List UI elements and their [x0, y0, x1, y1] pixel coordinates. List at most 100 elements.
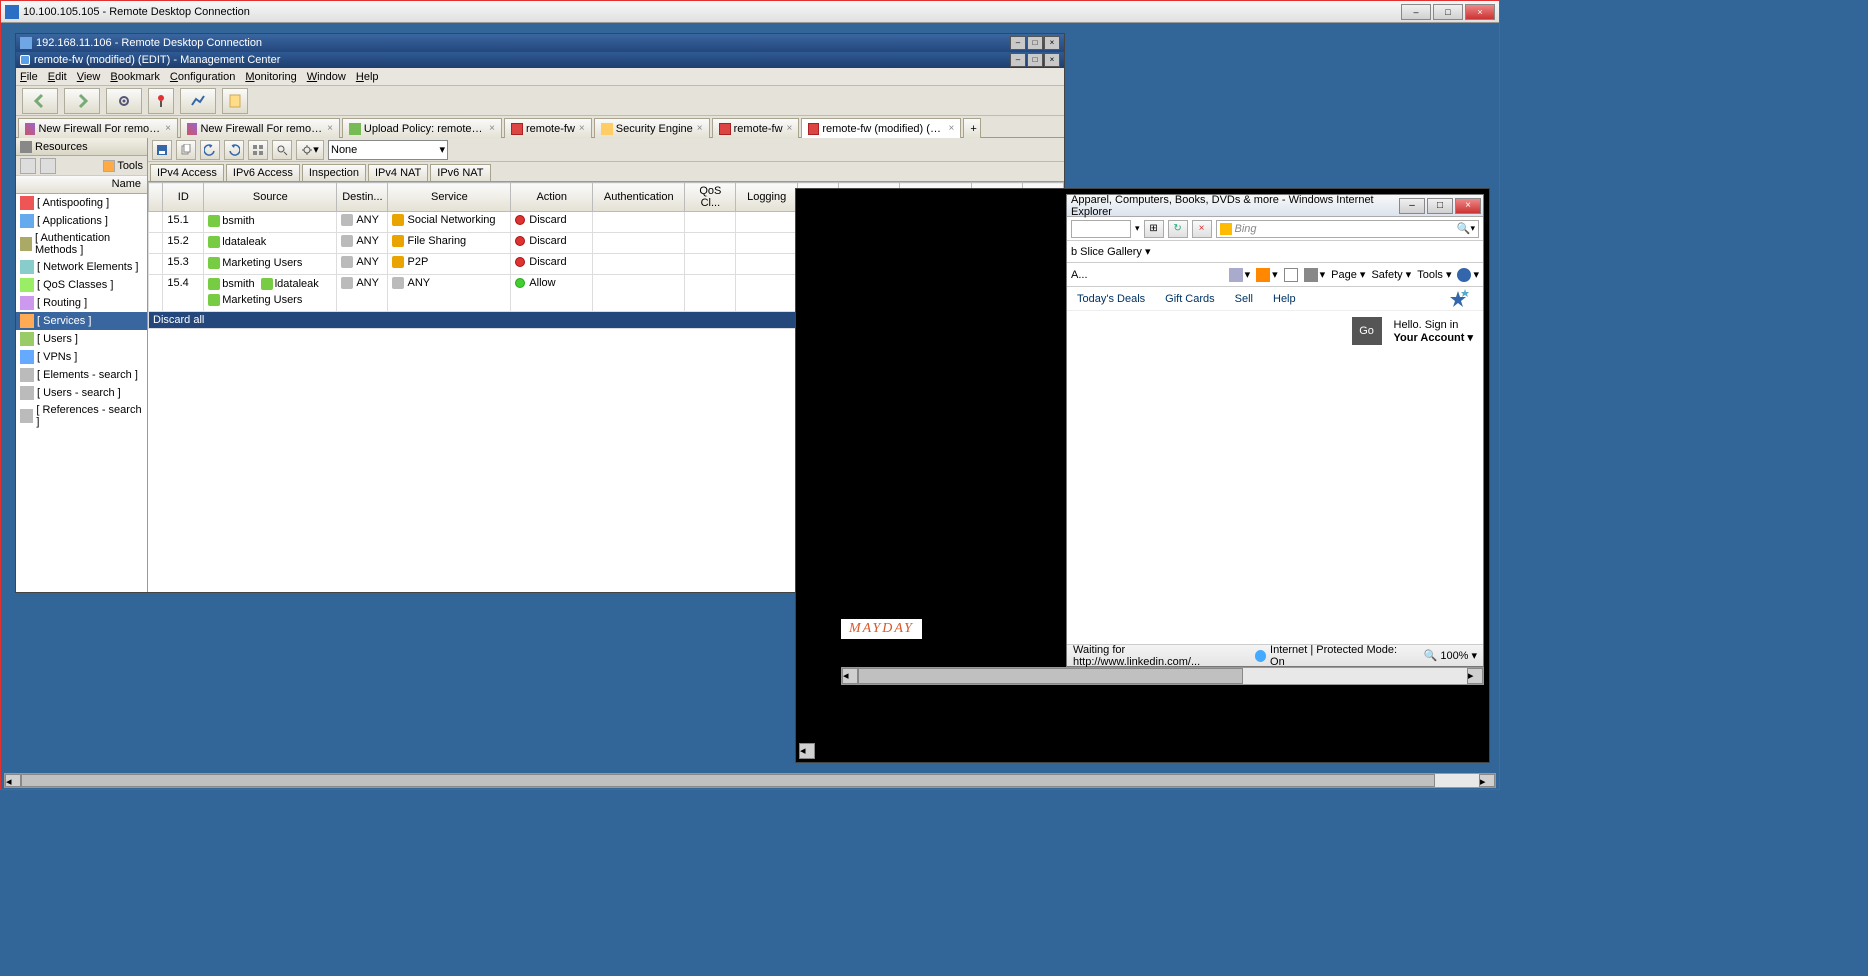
resources-item[interactable]: [ Routing ] [16, 294, 147, 312]
ie-url-field[interactable] [1071, 220, 1131, 238]
gear-dropdown-button[interactable]: ▾ [296, 140, 324, 160]
ie-help-button[interactable]: ▾ [1457, 268, 1479, 282]
resources-item[interactable]: [ QoS Classes ] [16, 276, 147, 294]
rule-tab[interactable]: IPv4 NAT [368, 164, 428, 181]
ie-stop-button[interactable]: × [1192, 220, 1212, 238]
menu-help[interactable]: Help [356, 71, 379, 83]
tab-close-icon[interactable]: × [787, 123, 793, 134]
rule-tab[interactable]: IPv6 Access [226, 164, 300, 181]
nav-forward-button[interactable] [64, 88, 100, 114]
resources-item[interactable]: [ Authentication Methods ] [16, 230, 147, 258]
ie-tools-menu[interactable]: Tools ▾ [1417, 268, 1451, 281]
ie-home-button[interactable]: ▾ [1229, 268, 1251, 282]
alert-button[interactable] [148, 88, 174, 114]
scroll-left-arrow[interactable]: ◂ [842, 668, 858, 684]
chart-button[interactable] [180, 88, 216, 114]
menu-view[interactable]: View [77, 71, 101, 83]
resources-item[interactable]: [ Applications ] [16, 212, 147, 230]
inner-restore-button[interactable]: □ [1027, 36, 1043, 50]
resources-item[interactable]: [ VPNs ] [16, 348, 147, 366]
column-header[interactable]: Service [388, 183, 511, 212]
column-header[interactable]: ID [163, 183, 204, 212]
resources-item[interactable]: [ Elements - search ] [16, 366, 147, 384]
tools-dropdown[interactable]: Tools [103, 160, 143, 172]
column-header[interactable]: Destin... [337, 183, 388, 212]
slice-gallery-link[interactable]: b Slice Gallery ▾ [1071, 245, 1151, 258]
resources-item[interactable]: [ Antispoofing ] [16, 194, 147, 212]
outer-maximize-button[interactable]: □ [1433, 4, 1463, 20]
nav-help[interactable]: Help [1273, 293, 1296, 305]
menu-edit[interactable]: Edit [48, 71, 67, 83]
tab-close-icon[interactable]: × [327, 123, 333, 134]
resources-item[interactable]: [ Network Elements ] [16, 258, 147, 276]
scroll-right-arrow[interactable]: ▸ [1467, 668, 1483, 684]
app-restore-button[interactable]: □ [1027, 53, 1043, 67]
inner-close-button[interactable]: × [1044, 36, 1060, 50]
ie-refresh-button[interactable]: ↻ [1168, 220, 1188, 238]
column-header[interactable]: QoS Cl... [685, 183, 736, 212]
document-tab[interactable]: New Firewall For remote test× [18, 118, 178, 138]
document-tab[interactable]: Upload Policy: remote-fw× [342, 118, 502, 138]
resources-item[interactable]: [ Services ] [16, 312, 147, 330]
ie-maximize-button[interactable]: □ [1427, 198, 1453, 214]
menu-monitoring[interactable]: Monitoring [245, 71, 296, 83]
column-header[interactable]: Action [511, 183, 593, 212]
nav-back-button[interactable] [22, 88, 58, 114]
menu-bookmark[interactable]: Bookmark [110, 71, 160, 83]
inner-minimize-button[interactable]: – [1010, 36, 1026, 50]
resources-item[interactable]: [ References - search ] [16, 402, 147, 430]
outer-minimize-button[interactable]: – [1401, 4, 1431, 20]
resources-up-button[interactable] [20, 158, 36, 174]
undo-button[interactable] [200, 140, 220, 160]
column-header[interactable]: Source [204, 183, 337, 212]
ie-compat-button[interactable]: ⊞ [1144, 220, 1164, 238]
rule-tab[interactable]: IPv6 NAT [430, 164, 490, 181]
column-header[interactable] [149, 183, 163, 212]
ie-close-button[interactable]: × [1455, 198, 1481, 214]
resources-item[interactable]: [ Users ] [16, 330, 147, 348]
ie-print-button[interactable]: ▾ [1304, 268, 1326, 282]
tab-close-icon[interactable]: × [579, 123, 585, 134]
save-button[interactable] [152, 140, 172, 160]
menu-window[interactable]: Window [307, 71, 346, 83]
ie-search-field[interactable]: Bing 🔍 ▾ [1216, 220, 1479, 238]
menu-configuration[interactable]: Configuration [170, 71, 235, 83]
ie-zone[interactable]: Internet | Protected Mode: On [1255, 644, 1408, 668]
rule-tab[interactable]: IPv4 Access [150, 164, 224, 181]
document-tab[interactable]: New Firewall For remote te...× [180, 118, 340, 138]
ie-feeds-button[interactable]: ▾ [1256, 268, 1278, 282]
scroll-thumb[interactable] [858, 668, 1243, 684]
app-close-button[interactable]: × [1044, 53, 1060, 67]
tab-close-icon[interactable]: × [165, 123, 171, 134]
outer-scroll-right[interactable]: ▸ [1479, 774, 1495, 787]
nav-giftcards[interactable]: Gift Cards [1165, 293, 1215, 305]
notes-button[interactable] [222, 88, 248, 114]
outer-scroll-thumb[interactable] [21, 774, 1435, 787]
tab-close-icon[interactable]: × [697, 123, 703, 134]
rule-tab[interactable]: Inspection [302, 164, 366, 181]
resources-header[interactable]: Resources [16, 138, 147, 156]
resources-column-header[interactable]: Name [16, 176, 147, 194]
search-button[interactable] [272, 140, 292, 160]
outer-scrollbar-h[interactable]: ◂ ▸ [4, 773, 1496, 788]
amazon-go-button[interactable]: Go [1352, 317, 1382, 345]
document-tab[interactable]: remote-fw× [712, 118, 800, 138]
resources-view-button[interactable] [40, 158, 56, 174]
ie-mail-button[interactable] [1284, 268, 1298, 282]
nav-sell[interactable]: Sell [1235, 293, 1253, 305]
document-tab[interactable]: remote-fw (modified) (EDIT)× [801, 118, 961, 138]
app-minimize-button[interactable]: – [1010, 53, 1026, 67]
ie-scroll-left-outer[interactable]: ◂ [799, 743, 815, 759]
ie-minimize-button[interactable]: – [1399, 198, 1425, 214]
ie-zoom[interactable]: 🔍100%▾ [1424, 649, 1477, 662]
document-tab[interactable]: Security Engine× [594, 118, 710, 138]
amazon-account[interactable]: Hello. Sign in Your Account ▾ [1394, 319, 1473, 344]
menu-file[interactable]: File [20, 71, 38, 83]
resources-item[interactable]: [ Users - search ] [16, 384, 147, 402]
column-header[interactable]: Authentication [593, 183, 685, 212]
grid-button[interactable] [248, 140, 268, 160]
ie-safety-menu[interactable]: Safety ▾ [1371, 268, 1411, 281]
new-tab-button[interactable]: + [963, 118, 981, 138]
outer-scroll-left[interactable]: ◂ [5, 774, 21, 787]
tab-close-icon[interactable]: × [489, 123, 495, 134]
